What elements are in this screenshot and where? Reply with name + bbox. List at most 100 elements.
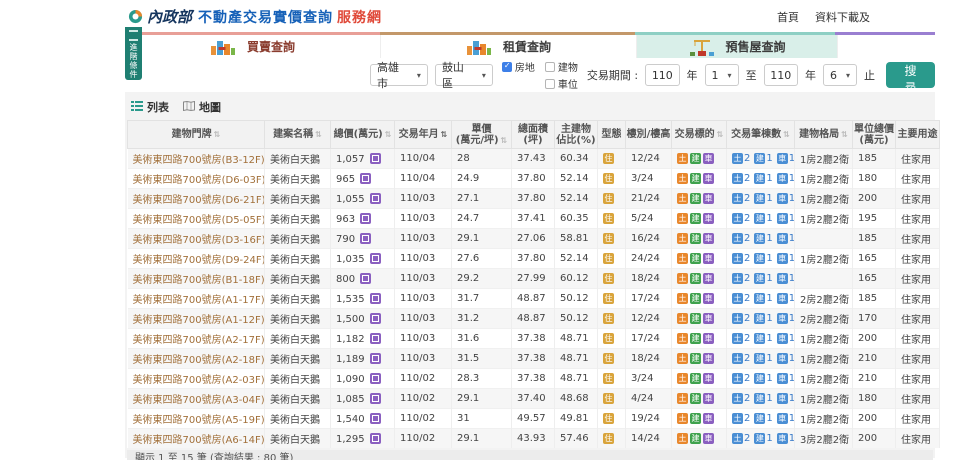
target-badge-建: 建: [690, 213, 701, 224]
price-detail-icon[interactable]: [369, 332, 381, 344]
cell-layout: 3房2廳2衛: [794, 428, 853, 448]
count-value: 1: [766, 393, 773, 404]
price-detail-icon[interactable]: [369, 312, 381, 324]
address-link[interactable]: 美術東四路700號房(A2-03F): [133, 375, 264, 386]
target-badge-車: 車: [703, 153, 714, 164]
table-row[interactable]: 美術東四路700號房(A2-18F) 美術白天鵝 1,189 110/03 31.5 37…: [127, 348, 940, 369]
address-link[interactable]: 美術東四路700號房(D6-21F): [133, 195, 264, 206]
start-month-select[interactable]: 1 ▾: [704, 64, 739, 86]
start-year-input[interactable]: 110: [645, 64, 680, 86]
end-year-input[interactable]: 110: [763, 64, 799, 86]
address-link[interactable]: 美術東四路700號房(A2-18F): [133, 355, 264, 366]
building-checkbox-label: 建物: [557, 63, 578, 74]
col-project[interactable]: 建案名稱 ⇅: [264, 120, 331, 149]
city-select[interactable]: 高雄市 ▾: [370, 61, 428, 90]
table-row[interactable]: 美術東四路700號房(A1-17F) 美術白天鵝 1,535 110/03 31.7 48…: [127, 288, 940, 309]
table-row[interactable]: 美術東四路700號房(A5-19F) 美術白天鵝 1,540 110/02 31 49.5…: [127, 408, 940, 429]
price-detail-icon[interactable]: [360, 272, 372, 284]
housing-land-checkbox[interactable]: 房地: [501, 59, 535, 74]
map-view-toggle[interactable]: 地圖: [183, 99, 221, 115]
district-select[interactable]: 鼓山區 ▾: [434, 61, 493, 90]
address-link[interactable]: 美術東四路700號房(D3-16F): [133, 235, 264, 246]
cell-floor: 5/24: [625, 208, 672, 229]
target-badge-土: 土: [677, 333, 688, 344]
address-link[interactable]: 美術東四路700號房(D5-05F): [133, 215, 264, 226]
advanced-filter-tab[interactable]: 進階條件: [125, 27, 142, 80]
table-row[interactable]: 美術東四路700號房(A1-12F) 美術白天鵝 1,500 110/03 31.2 48…: [127, 308, 940, 329]
price-detail-icon[interactable]: [369, 352, 381, 364]
home-link[interactable]: 首頁: [777, 9, 799, 25]
cell-address: 美術東四路700號房(A1-17F): [127, 288, 265, 309]
col-unit_price[interactable]: 單價 (萬元/坪) ⇅: [451, 120, 512, 149]
total-price-value: 1,057: [336, 153, 365, 165]
target-badge-建: 建: [690, 393, 701, 404]
table-row[interactable]: 美術東四路700號房(D9-24F) 美術白天鵝 1,035 110/03 27.6 37…: [127, 248, 940, 269]
cell-type: 住: [597, 248, 626, 269]
parking-checkbox[interactable]: 車位: [544, 76, 578, 91]
address-link[interactable]: 美術東四路700號房(D6-03F): [133, 175, 264, 186]
price-detail-icon[interactable]: [369, 372, 381, 384]
address-link[interactable]: 美術東四路700號房(B1-18F): [133, 275, 264, 286]
table-row[interactable]: 美術東四路700號房(D5-05F) 美術白天鵝 963 110/03 24.7 37.4…: [127, 208, 940, 229]
price-detail-icon[interactable]: [369, 412, 381, 424]
list-view-toggle[interactable]: 列表: [131, 99, 169, 115]
tab-rent-query[interactable]: 租賃查詢: [381, 35, 637, 58]
price-detail-icon[interactable]: [369, 392, 381, 404]
address-link[interactable]: 美術東四路700號房(A5-19F): [133, 415, 264, 426]
residential-type-badge: 住: [603, 233, 614, 244]
count-value: 1: [788, 333, 795, 344]
price-detail-icon[interactable]: [369, 152, 381, 164]
total-price-value: 1,295: [336, 433, 365, 445]
target-badge-車: 車: [703, 413, 714, 424]
cell-unit_price: 29.1: [451, 388, 512, 409]
data-download-link[interactable]: 資料下載及: [815, 9, 870, 25]
tab-sale-query[interactable]: 買賣查詢: [125, 35, 381, 58]
col-total_price[interactable]: 總價(萬元) ⇅: [330, 120, 395, 149]
cell-usage: 住家用: [895, 268, 940, 289]
col-date[interactable]: 交易年月 ⇅: [394, 120, 452, 149]
price-detail-icon[interactable]: [360, 212, 372, 224]
table-row[interactable]: 美術東四路700號房(B1-18F) 美術白天鵝 800 110/03 29.2 27.9…: [127, 268, 940, 289]
table-row[interactable]: 美術東四路700號房(D6-21F) 美術白天鵝 1,055 110/03 27.1 37…: [127, 188, 940, 209]
address-link[interactable]: 美術東四路700號房(A1-12F): [133, 315, 264, 326]
table-row[interactable]: 美術東四路700號房(D3-16F) 美術白天鵝 790 110/03 29.1 27.0…: [127, 228, 940, 249]
building-checkbox[interactable]: 建物: [544, 59, 578, 74]
count-badge-車: 車: [776, 213, 788, 224]
end-month-select[interactable]: 6 ▾: [823, 64, 858, 86]
address-link[interactable]: 美術東四路700號房(D9-24F): [133, 255, 264, 266]
table-row[interactable]: 美術東四路700號房(A2-17F) 美術白天鵝 1,182 110/03 31.6 37…: [127, 328, 940, 349]
price-detail-icon[interactable]: [369, 252, 381, 264]
residential-type-badge: 住: [603, 393, 614, 404]
table-row[interactable]: 美術東四路700號房(D6-03F) 美術白天鵝 965 110/04 24.9 37.8…: [127, 168, 940, 189]
address-link[interactable]: 美術東四路700號房(A2-17F): [133, 335, 264, 346]
col-counts[interactable]: 交易筆棟數 ⇅: [726, 120, 795, 149]
table-row[interactable]: 美術東四路700號房(B3-12F) 美術白天鵝 1,057 110/04 28 37.4…: [127, 148, 940, 169]
site-logo[interactable]: 內政部 不動產交易實價查詢 服務網: [128, 6, 382, 27]
target-badge-建: 建: [690, 313, 701, 324]
price-detail-icon[interactable]: [360, 232, 372, 244]
col-targets[interactable]: 交易標的 ⇅: [671, 120, 727, 149]
col-layout[interactable]: 建物格局 ⇅: [794, 120, 853, 149]
cell-area: 37.80: [511, 188, 555, 209]
count-badge-土: 土: [732, 333, 743, 344]
address-link[interactable]: 美術東四路700號房(A6-14F): [133, 435, 264, 446]
col-address[interactable]: 建物門牌 ⇅: [127, 120, 265, 149]
tab-presale-query[interactable]: 預售屋查詢: [637, 35, 838, 58]
count-badge-土: 土: [732, 233, 743, 244]
search-button[interactable]: 搜尋: [886, 62, 935, 95]
table-row[interactable]: 美術東四路700號房(A2-03F) 美術白天鵝 1,090 110/02 28.3 37…: [127, 368, 940, 389]
address-link[interactable]: 美術東四路700號房(A1-17F): [133, 295, 264, 306]
price-detail-icon[interactable]: [369, 432, 381, 444]
price-detail-icon[interactable]: [360, 172, 372, 184]
address-link[interactable]: 美術東四路700號房(B3-12F): [133, 155, 264, 166]
price-detail-icon[interactable]: [369, 292, 381, 304]
cell-unit_total: 180: [852, 388, 896, 409]
price-detail-icon[interactable]: [369, 192, 381, 204]
cell-usage: 住家用: [895, 328, 940, 349]
cell-counts: 土2建1車1: [726, 368, 795, 389]
target-badge-土: 土: [677, 353, 688, 364]
table-row[interactable]: 美術東四路700號房(A3-04F) 美術白天鵝 1,085 110/02 29.1 37…: [127, 388, 940, 409]
address-link[interactable]: 美術東四路700號房(A3-04F): [133, 395, 264, 406]
city-select-value: 高雄市: [377, 61, 399, 90]
table-row[interactable]: 美術東四路700號房(A6-14F) 美術白天鵝 1,295 110/02 29.1 43…: [127, 428, 940, 448]
